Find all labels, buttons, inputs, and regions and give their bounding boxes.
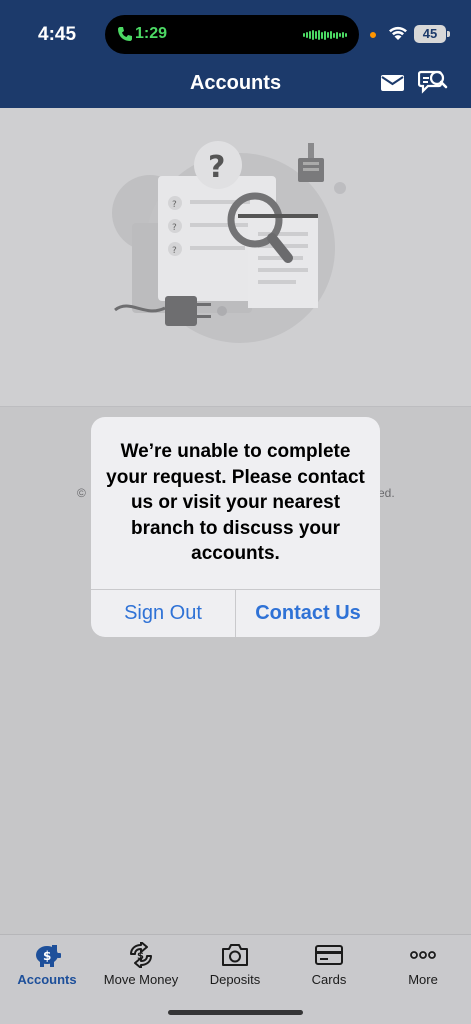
sign-out-button[interactable]: Sign Out — [91, 590, 235, 637]
tab-more-label: More — [408, 972, 438, 987]
tab-cards[interactable]: Cards — [282, 935, 376, 995]
call-duration: 1:29 — [135, 25, 168, 42]
error-illustration-panel: ? ? ? ? — [0, 108, 471, 407]
copyright-text-fragment: © — [77, 486, 86, 500]
tab-cards-label: Cards — [311, 972, 347, 987]
tab-move-money[interactable]: $ Move Money — [94, 935, 188, 995]
tab-deposits-label: Deposits — [209, 972, 261, 987]
copyright-text-fragment-end: ed. — [378, 486, 395, 500]
error-alert-dialog: We’re unable to complete your request. P… — [91, 417, 380, 637]
tab-more[interactable]: More — [376, 935, 470, 995]
svg-text:?: ? — [172, 223, 177, 233]
chat-search-icon[interactable] — [418, 69, 448, 97]
phone-icon — [118, 27, 132, 41]
home-indicator[interactable] — [168, 1010, 303, 1015]
contact-us-button[interactable]: Contact Us — [236, 590, 380, 637]
card-icon — [315, 945, 343, 965]
svg-text:$: $ — [43, 949, 51, 963]
piggy-bank-icon: $ — [36, 945, 61, 967]
svg-text:?: ? — [208, 150, 225, 185]
tab-accounts[interactable]: $ Accounts — [0, 935, 94, 995]
transfer-icon: $ — [130, 942, 152, 968]
tab-deposits[interactable]: Deposits — [188, 935, 282, 995]
alert-message: We’re unable to complete your request. P… — [106, 441, 365, 564]
svg-text:$: $ — [137, 951, 144, 962]
status-time: 4:45 — [38, 24, 77, 45]
wifi-icon — [389, 26, 407, 40]
tab-accounts-label: Accounts — [17, 972, 77, 987]
mail-icon[interactable] — [380, 73, 405, 93]
tab-move-money-label: Move Money — [103, 972, 179, 987]
camera-icon — [222, 944, 248, 966]
document-search-illustration: ? ? ? ? — [112, 141, 346, 343]
dynamic-island[interactable]: 1:29 — [105, 15, 359, 54]
svg-text:?: ? — [172, 246, 177, 256]
top-bar: 4:45 1:29 45 Accounts — [0, 0, 471, 108]
more-dots-icon — [410, 951, 436, 959]
audio-waveform-icon — [303, 29, 347, 41]
svg-text:?: ? — [172, 200, 177, 210]
privacy-indicator-icon — [368, 30, 378, 40]
battery-indicator: 45 — [414, 25, 450, 43]
